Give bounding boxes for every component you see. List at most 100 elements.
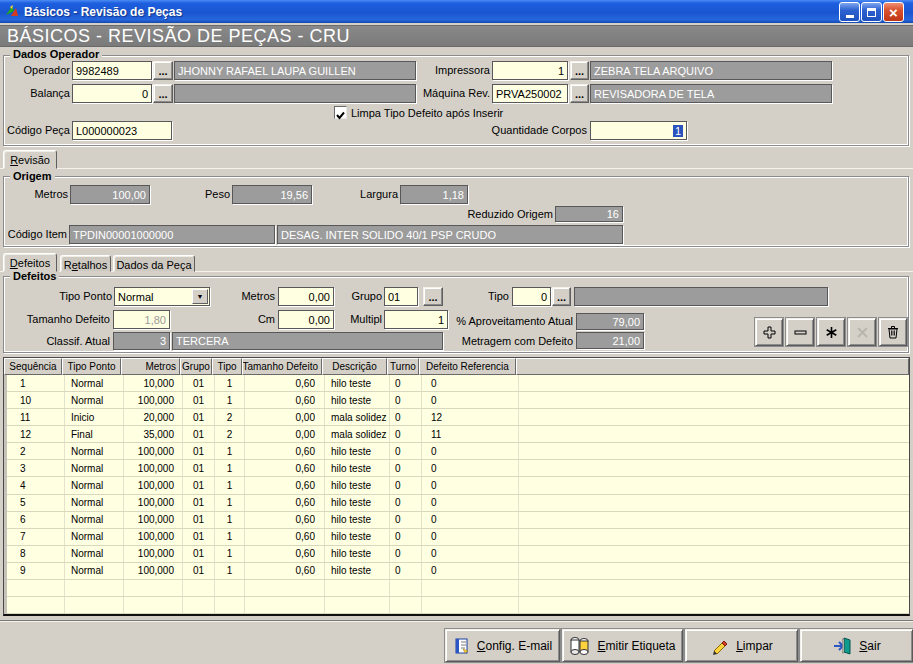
dados-operador-legend: Dados Operador [10, 48, 102, 60]
x-icon [856, 326, 869, 339]
grupo-lookup-button[interactable]: ... [423, 287, 443, 306]
chevron-down-icon[interactable]: ▼ [192, 289, 208, 304]
table-cell: 0 [390, 495, 422, 511]
table-cell: 0 [390, 375, 422, 391]
tamanho-defeito-input[interactable]: 1,80 [113, 310, 170, 329]
config-email-button[interactable]: Config. E-mail [445, 629, 560, 662]
maquina-rev-input[interactable]: PRVA250002 [492, 84, 568, 103]
close-button[interactable]: × [883, 2, 904, 22]
remove-defect-button[interactable] [786, 318, 814, 346]
grid-column-header[interactable]: Tamanho Defeito [242, 358, 322, 375]
tipo-desc-display [574, 287, 828, 306]
tipo-ponto-select[interactable]: Normal ▼ [114, 287, 210, 306]
table-row[interactable] [7, 597, 909, 614]
table-cell: 0 [390, 409, 422, 425]
table-row[interactable]: 5Normal100,0000110,60hilo teste00 [7, 495, 909, 512]
table-row[interactable]: 10Normal100,0000110,60hilo teste00 [7, 392, 909, 409]
add-defect-button[interactable] [755, 318, 783, 346]
delete-defect-button[interactable] [879, 318, 907, 346]
cancel-defect-button[interactable] [848, 318, 876, 346]
table-cell [390, 597, 422, 613]
tab-revisao[interactable]: Revisão [3, 150, 57, 169]
maquina-rev-label: Máquina Rev. [380, 87, 490, 99]
table-row[interactable]: 2Normal100,0000110,60hilo teste00 [7, 443, 909, 460]
grid-column-header[interactable]: Tipo [212, 358, 242, 375]
tab-dados-da-peca[interactable]: Dados da Peça [113, 255, 195, 272]
table-cell: 0,60 [245, 392, 325, 408]
table-row[interactable]: 1Normal10,0000110,60hilo teste00 [7, 375, 909, 392]
table-cell [422, 597, 519, 613]
table-cell: 3 [7, 460, 65, 476]
grupo-input[interactable]: 01 [384, 287, 418, 306]
table-cell: 01 [183, 392, 215, 408]
maquina-rev-lookup-button[interactable]: ... [570, 84, 589, 103]
maximize-button[interactable] [861, 2, 882, 22]
table-cell: Normal [65, 495, 124, 511]
tipo-lookup-button[interactable]: ... [552, 287, 571, 306]
table-cell-filler [519, 375, 909, 391]
grid-column-header[interactable]: Defeito Referencia [419, 358, 516, 375]
grid-column-header[interactable]: Metros [121, 358, 180, 375]
grid-column-header[interactable]: Sequência [4, 358, 62, 375]
impressora-lookup-button[interactable]: ... [570, 61, 589, 80]
table-row[interactable]: 6Normal100,0000110,60hilo teste00 [7, 512, 909, 529]
title-bar: Básicos - Revisão de Peças × [0, 0, 913, 23]
table-row[interactable]: 8Normal100,0000110,60hilo teste00 [7, 546, 909, 563]
impressora-input[interactable]: 1 [492, 61, 568, 80]
cm-input[interactable]: 0,00 [278, 310, 334, 329]
emitir-etiqueta-button[interactable]: Emitir Etiqueta [562, 629, 683, 662]
table-row[interactable]: 4Normal100,0000110,60hilo teste00 [7, 477, 909, 494]
tab-retalhos[interactable]: Retalhos [60, 255, 111, 272]
grid-column-header[interactable]: Grupo [180, 358, 212, 375]
grid-column-header[interactable]: Descrição [322, 358, 387, 375]
tipo-input[interactable]: 0 [512, 287, 551, 306]
table-cell: hilo teste [325, 375, 390, 391]
balanca-lookup-button[interactable]: ... [153, 84, 173, 103]
table-cell: 100,000 [124, 563, 183, 579]
table-row[interactable]: 3Normal100,0000110,60hilo teste00 [7, 460, 909, 477]
table-cell: 0 [390, 443, 422, 459]
table-cell: 1 [215, 443, 245, 459]
table-row[interactable]: 12Final35,0000120,00mala solidez011 [7, 426, 909, 443]
table-cell: 0,60 [245, 512, 325, 528]
table-cell: Normal [65, 460, 124, 476]
table-cell: 0 [390, 460, 422, 476]
config-email-label: Config. E-mail [477, 639, 552, 653]
asterisk-icon [825, 326, 838, 339]
grupo-label: Grupo [330, 290, 382, 302]
table-cell: 0 [422, 375, 519, 391]
limpa-tipo-defeito-checkbox[interactable] [334, 106, 347, 119]
table-cell: 0 [390, 477, 422, 493]
codigo-item-code-display: TPDIN00001000000 [69, 225, 275, 244]
table-cell [215, 597, 245, 613]
table-cell: 01 [183, 495, 215, 511]
table-cell-filler [519, 426, 909, 442]
table-row[interactable]: 9Normal100,0000110,60hilo teste00 [7, 563, 909, 580]
sair-button[interactable]: Sair [800, 629, 913, 662]
grid-column-header[interactable]: Tipo Ponto [62, 358, 121, 375]
table-row[interactable] [7, 580, 909, 597]
table-row[interactable]: 7Normal100,0000110,60hilo teste00 [7, 529, 909, 546]
minimize-button[interactable] [839, 2, 860, 22]
origem-largura-display: 1,18 [400, 185, 468, 204]
table-cell: 11 [7, 409, 65, 425]
table-row[interactable]: 11Inicio20,0000120,00mala solidez012 [7, 409, 909, 426]
table-cell: 2 [215, 409, 245, 425]
table-cell: Normal [65, 443, 124, 459]
operador-input[interactable]: 9982489 [72, 61, 152, 80]
quantidade-corpos-input[interactable]: 1 [590, 121, 687, 140]
page-title: BÁSICOS - REVISÃO DE PEÇAS - CRU [7, 26, 350, 47]
multipl-input[interactable]: 1 [384, 310, 448, 329]
grid-column-header[interactable]: Turno [387, 358, 419, 375]
limpar-button[interactable]: Limpar [685, 629, 798, 662]
balanca-input[interactable]: 0 [72, 84, 152, 103]
tab-defeitos[interactable]: Defeitos [3, 253, 57, 272]
operador-lookup-button[interactable]: ... [153, 61, 173, 80]
edit-defect-button[interactable] [817, 318, 845, 346]
codigo-peca-input[interactable]: L000000023 [72, 121, 172, 140]
defeitos-metros-input[interactable]: 0,00 [278, 287, 334, 306]
table-cell: 100,000 [124, 512, 183, 528]
table-cell-filler [519, 409, 909, 425]
email-config-icon [453, 637, 471, 655]
aproveitamento-label: % Aproveitamento Atual [455, 315, 573, 327]
